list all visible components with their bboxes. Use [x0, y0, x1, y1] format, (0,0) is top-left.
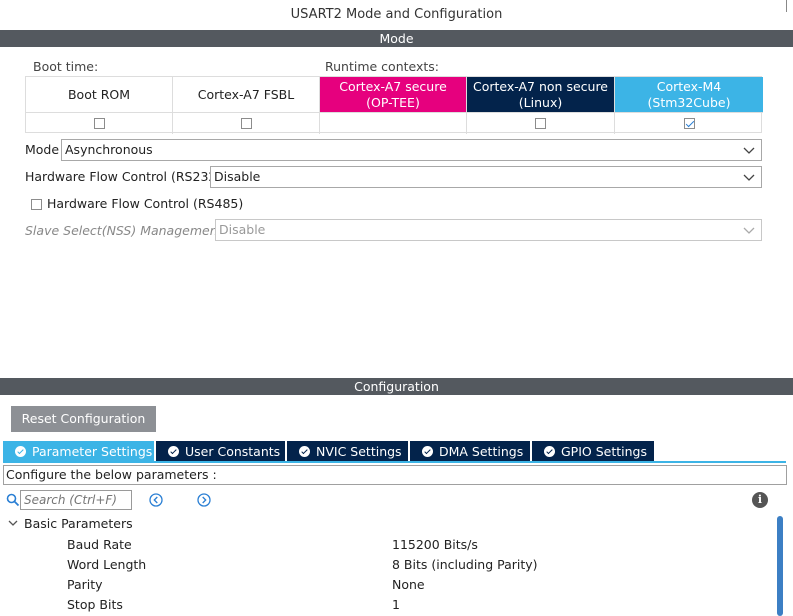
slave-select-select: Disable [215, 219, 762, 241]
title-edge-divider [786, 0, 787, 12]
cortex-a7-fsbl-checkbox[interactable] [240, 118, 252, 129]
context-label: Boot ROM [67, 86, 131, 102]
previous-match-icon[interactable] [149, 493, 163, 507]
hw-flow-rs232-label: Hardware Flow Control (RS232) [25, 169, 222, 184]
param-value-stop-bits[interactable]: 1 [392, 597, 400, 612]
context-cell-cortex-a7-secure [320, 112, 467, 134]
context-header-boot-rom: Boot ROM [26, 77, 173, 112]
context-sublabel: (OP-TEE) [366, 94, 420, 110]
context-label: Cortex-A7 FSBL [197, 86, 295, 102]
context-label: Cortex-A7 non secure [472, 78, 609, 94]
window-title: USART2 Mode and Configuration [290, 7, 503, 22]
context-sublabel: (Stm32Cube) [647, 94, 731, 110]
tabs-underline [3, 461, 786, 463]
check-circle-icon [168, 445, 179, 457]
cortex-m4-checkbox[interactable] [683, 118, 695, 129]
boot-rom-checkbox[interactable] [93, 118, 105, 129]
tab-label: User Constants [185, 443, 281, 459]
search-input[interactable] [20, 490, 132, 510]
context-cell-boot-rom [26, 112, 173, 134]
configure-instructions: Configure the below parameters : [3, 465, 787, 485]
chevron-down-icon [743, 174, 755, 181]
tab-dma-settings[interactable]: DMA Settings [410, 441, 532, 461]
slave-select-label: Slave Select(NSS) Management [25, 223, 223, 238]
hw-flow-rs232-value: Disable [214, 169, 261, 184]
context-header-cortex-a7-fsbl: Cortex-A7 FSBL [173, 77, 320, 112]
context-sublabel: (Linux) [518, 94, 563, 110]
basic-parameters-group[interactable]: Basic Parameters [8, 516, 133, 531]
param-value-baud-rate[interactable]: 115200 Bits/s [392, 537, 478, 552]
check-circle-icon [544, 445, 555, 457]
chevron-down-icon [743, 147, 755, 154]
parameters-scrollbar-thumb[interactable] [777, 516, 783, 616]
context-cell-cortex-a7-non-secure [467, 112, 615, 134]
context-label: Cortex-A7 secure [339, 78, 447, 94]
chevron-down-icon [743, 227, 755, 234]
hw-flow-rs485-checkbox[interactable] [31, 199, 42, 210]
param-name-parity: Parity [67, 577, 103, 592]
param-name-stop-bits: Stop Bits [67, 597, 123, 612]
mode-section-header: Mode [0, 30, 793, 47]
context-label: Cortex-M4 [656, 78, 722, 94]
tab-label: Parameter Settings [32, 443, 153, 459]
param-value-word-length[interactable]: 8 Bits (including Parity) [392, 557, 538, 572]
chevron-down-icon [8, 520, 18, 526]
group-label: Basic Parameters [24, 516, 133, 531]
context-header-cortex-a7-non-secure: Cortex-A7 non secure (Linux) [467, 77, 615, 112]
param-name-word-length: Word Length [67, 557, 147, 572]
hw-flow-rs485-label: Hardware Flow Control (RS485) [47, 196, 244, 211]
context-table: Boot ROM Cortex-A7 FSBL Cortex-A7 secure… [25, 76, 763, 134]
tab-parameter-settings[interactable]: Parameter Settings [3, 441, 156, 461]
tab-nvic-settings[interactable]: NVIC Settings [287, 441, 410, 461]
context-cell-cortex-a7-fsbl [173, 112, 320, 134]
context-cell-cortex-m4 [615, 112, 763, 134]
check-circle-icon [15, 445, 26, 457]
param-value-parity[interactable]: None [392, 577, 425, 592]
mode-select[interactable]: Asynchronous [61, 139, 762, 161]
tab-label: DMA Settings [439, 443, 524, 459]
param-name-baud-rate: Baud Rate [67, 537, 132, 552]
mode-select-value: Asynchronous [65, 142, 153, 157]
context-header-cortex-a7-secure: Cortex-A7 secure (OP-TEE) [320, 77, 467, 112]
mode-label: Mode [25, 142, 60, 157]
tab-gpio-settings[interactable]: GPIO Settings [532, 441, 656, 461]
tab-label: NVIC Settings [316, 443, 402, 459]
tab-label: GPIO Settings [561, 443, 647, 459]
check-circle-icon [422, 445, 433, 457]
cortex-a7-non-secure-checkbox[interactable] [535, 118, 546, 129]
config-tabs: Parameter Settings User Constants NVIC S… [3, 441, 656, 461]
search-icon [6, 493, 20, 507]
slave-select-value: Disable [219, 222, 266, 237]
boot-time-label: Boot time: [33, 59, 99, 74]
hw-flow-rs232-select[interactable]: Disable [210, 166, 762, 188]
reset-configuration-button[interactable]: Reset Configuration [11, 406, 156, 432]
check-circle-icon [299, 445, 310, 457]
configuration-section-header: Configuration [0, 378, 793, 395]
info-icon[interactable]: i [752, 492, 768, 508]
runtime-contexts-label: Runtime contexts: [325, 59, 440, 74]
context-header-cortex-m4: Cortex-M4 (Stm32Cube) [615, 77, 763, 112]
tab-user-constants[interactable]: User Constants [156, 441, 287, 461]
next-match-icon[interactable] [197, 493, 211, 507]
